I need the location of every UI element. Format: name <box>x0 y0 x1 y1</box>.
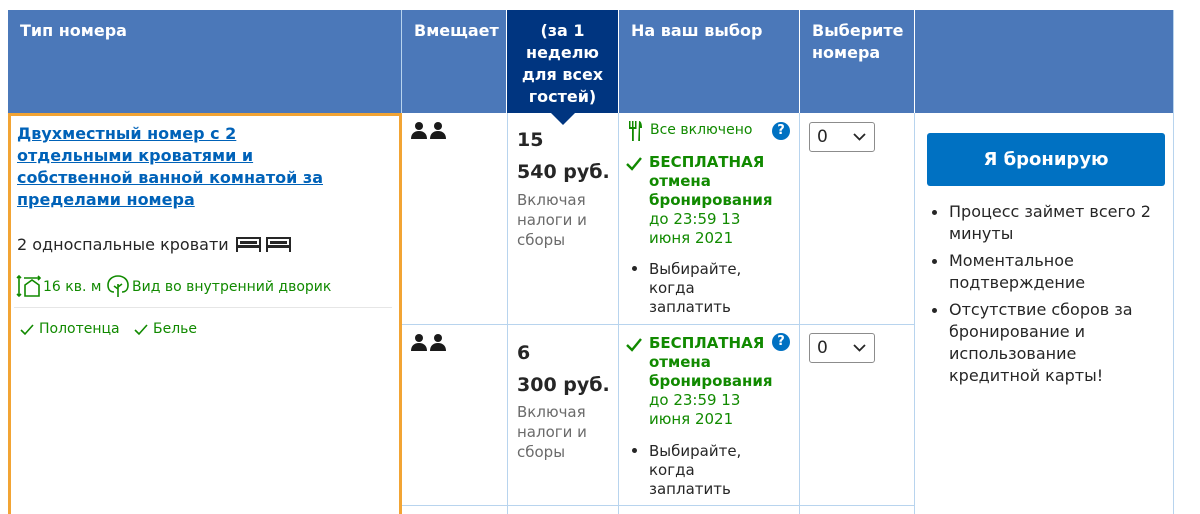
pay-line: когда <box>649 279 695 297</box>
header-price-line: неделю <box>526 43 599 62</box>
meal-plan: Все включено <box>650 122 753 138</box>
header-price-line: гостей) <box>528 87 597 106</box>
price-taxes: Включая налоги и сборы <box>517 402 587 462</box>
pay-later: Выбирайте, когда заплатить <box>649 442 741 499</box>
booking-benefit: Процесс займет всего 2 минуты <box>949 201 1151 245</box>
price-amount: 300 руб. <box>517 374 610 396</box>
free-cancellation: БЕСПЛАТНАЯ отмена бронирования до 23:59 … <box>649 334 773 429</box>
benefit-line: Процесс займет всего 2 <box>949 202 1151 221</box>
room-name-line[interactable]: собственной ванной комнатой за <box>17 167 323 189</box>
help-icon[interactable]: ? <box>772 122 790 140</box>
check-icon <box>20 324 34 336</box>
booking-benefit: Отсутствие сборов за бронирование и испо… <box>949 299 1133 387</box>
room-quantity-select[interactable]: 0 <box>809 122 875 152</box>
benefit-line: подтверждение <box>949 273 1086 292</box>
booking-benefit: Моментальное подтверждение <box>949 250 1085 294</box>
benefit-line: бронирование и <box>949 322 1086 341</box>
free-cancel-line: БЕСПЛАТНАЯ <box>649 153 765 171</box>
help-icon[interactable]: ? <box>772 333 790 351</box>
header-room-type: Тип номера <box>8 10 401 113</box>
check-icon <box>626 157 642 171</box>
pay-line: заплатить <box>649 298 731 316</box>
divider <box>14 307 392 308</box>
beds-label: 2 односпальные кровати <box>17 235 229 254</box>
benefit-line: использование <box>949 344 1077 363</box>
room-name-line[interactable]: Двухместный номер с 2 <box>17 123 323 145</box>
tree-icon <box>107 275 129 297</box>
benefit-line: Моментальное <box>949 251 1074 270</box>
bullet <box>632 266 637 271</box>
header-your-choice: На ваш выбор <box>619 10 799 113</box>
room-name-line[interactable]: отдельными кроватями и <box>17 145 323 167</box>
taxes-line: Включая <box>517 403 586 421</box>
free-cancel-line: бронирования <box>649 191 773 209</box>
room-size-icon <box>16 274 42 298</box>
free-cancellation: БЕСПЛАТНАЯ отмена бронирования до 23:59 … <box>649 153 773 248</box>
taxes-line: Включая <box>517 191 586 209</box>
room-view: Вид во внутренний дворик <box>132 279 332 295</box>
header-price: (за 1 неделю для всех гостей) <box>507 10 618 125</box>
pay-line: когда <box>649 461 695 479</box>
pay-line: Выбирайте, <box>649 442 742 460</box>
header-select-line: Выберите <box>812 21 904 40</box>
cancel-until-line: июня 2021 <box>649 229 734 247</box>
check-icon <box>134 324 148 336</box>
free-cancel-line: бронирования <box>649 372 773 390</box>
free-cancel-line: отмена <box>649 353 711 371</box>
beds-info: 2 односпальные кровати <box>17 235 229 254</box>
benefit-line: Отсутствие сборов за <box>949 300 1133 319</box>
fork-knife-icon <box>629 121 642 141</box>
two-persons-icon <box>411 334 446 351</box>
room-quantity-select[interactable]: 0 <box>809 333 875 363</box>
bullet <box>632 448 637 453</box>
header-capacity: Вмещает <box>402 10 506 113</box>
cancel-until-line: до 23:59 13 <box>649 210 741 228</box>
pay-line: Выбирайте, <box>649 260 742 278</box>
reserve-button[interactable]: Я бронирую <box>927 133 1165 186</box>
room-name-line[interactable]: пределами номера <box>17 189 323 211</box>
chevron-down-icon <box>853 344 866 352</box>
taxes-line: налоги и <box>517 423 587 441</box>
price-amount: 540 руб. <box>517 161 610 183</box>
pay-later: Выбирайте, когда заплатить <box>649 260 741 317</box>
header-price-line: (за 1 <box>540 21 585 40</box>
amenity-linen: Белье <box>153 321 198 337</box>
header-select-line: номера <box>812 43 881 62</box>
bullet <box>932 210 937 215</box>
two-persons-icon <box>411 122 446 139</box>
amenity-towels: Полотенца <box>39 321 120 337</box>
pay-line: заплатить <box>649 480 731 498</box>
taxes-line: сборы <box>517 443 566 461</box>
header-your-choice-label: На ваш выбор <box>631 21 763 40</box>
taxes-line: налоги и <box>517 211 587 229</box>
room-size: 16 кв. м <box>43 279 102 295</box>
check-icon <box>626 338 642 352</box>
price-taxes: Включая налоги и сборы <box>517 190 587 250</box>
header-booking <box>915 10 1174 113</box>
header-capacity-label: Вмещает <box>414 21 499 40</box>
bullet <box>932 308 937 313</box>
free-cancel-line: БЕСПЛАТНАЯ <box>649 334 765 352</box>
select-value: 0 <box>817 127 828 147</box>
price-amount: 6 <box>517 342 531 364</box>
cancel-until-line: до 23:59 13 <box>649 391 741 409</box>
taxes-line: сборы <box>517 231 566 249</box>
header-select-rooms: Выберите номера <box>800 10 914 113</box>
bed-icon <box>236 237 291 252</box>
cancel-until-line: июня 2021 <box>649 410 734 428</box>
select-value: 0 <box>817 338 828 358</box>
room-name-link[interactable]: Двухместный номер с 2 отдельными кроватя… <box>17 123 323 211</box>
price-amount: 15 <box>517 129 544 151</box>
header-price-line: для всех <box>521 65 604 84</box>
free-cancel-line: отмена <box>649 172 711 190</box>
benefit-line: кредитной карты! <box>949 366 1104 385</box>
benefit-line: минуты <box>949 224 1014 243</box>
bullet <box>932 259 937 264</box>
header-room-type-label: Тип номера <box>20 21 127 40</box>
chevron-down-icon <box>853 133 866 141</box>
